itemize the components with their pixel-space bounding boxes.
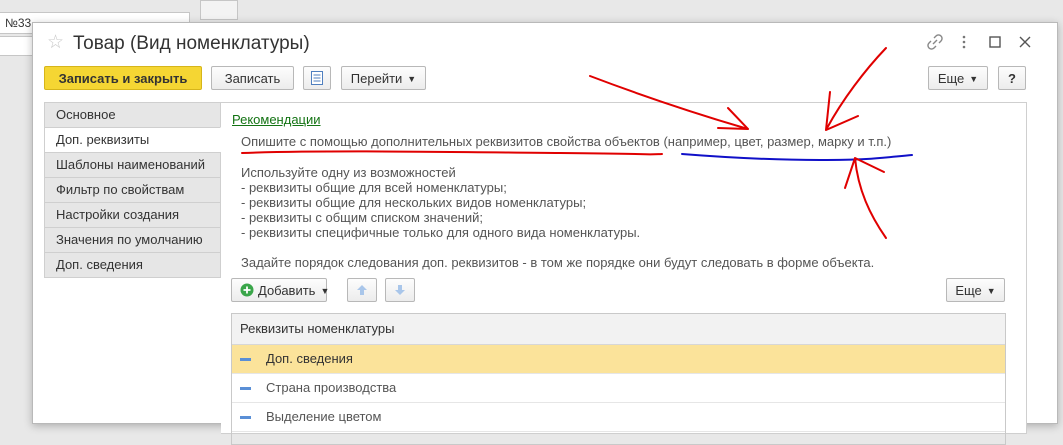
grid-more-button[interactable]: Еще ▼: [946, 278, 1005, 302]
hint-text: Используйте одну из возможностей: [241, 165, 456, 180]
plus-circle-icon: [240, 283, 254, 297]
row-label: Доп. сведения: [266, 351, 353, 366]
favorite-star-icon[interactable]: ☆: [47, 33, 64, 52]
hint-text: - реквизиты общие для нескольких видов н…: [241, 195, 587, 210]
row-label: Выделение цветом: [266, 409, 382, 424]
nav-item-name-templates[interactable]: Шаблоны наименований: [44, 152, 221, 177]
more-vert-icon[interactable]: [955, 34, 973, 52]
nav-item-default-values[interactable]: Значения по умолчанию: [44, 227, 221, 252]
add-label: Добавить: [258, 283, 316, 298]
hint-text: - реквизиты специфичные только для одног…: [241, 225, 641, 240]
link-icon[interactable]: [926, 34, 944, 52]
nav-item-property-filter[interactable]: Фильтр по свойствам: [44, 177, 221, 202]
more-dropdown-button[interactable]: Еще ▼: [928, 66, 988, 90]
nav-item-main[interactable]: Основное: [44, 102, 221, 127]
hint-text: - реквизиты с общим списком значений;: [241, 210, 483, 225]
table-header: Реквизиты номенклатуры: [232, 314, 1005, 345]
close-icon[interactable]: [1016, 34, 1034, 52]
attributes-table: Реквизиты номенклатуры Доп. сведения Стр…: [231, 313, 1006, 445]
goto-label: Перейти: [350, 71, 403, 86]
save-and-close-button[interactable]: Записать и закрыть: [44, 66, 202, 90]
arrow-down-icon: [395, 285, 405, 295]
hint-text: - реквизиты общие для всей номенклатуры;: [241, 180, 507, 195]
goto-dropdown-button[interactable]: Перейти ▼: [341, 66, 426, 90]
chevron-down-icon: ▼: [986, 286, 996, 296]
table-row[interactable]: Выделение цветом: [232, 403, 1005, 432]
title-bar: ☆ Товар (Вид номенклатуры): [33, 23, 1057, 63]
content-panel: Рекомендации Опишите с помощью дополните…: [221, 102, 1027, 445]
chevron-down-icon: ▼: [969, 74, 979, 84]
report-list-button[interactable]: [303, 66, 331, 90]
hint-text: Опишите с помощью дополнительных реквизи…: [241, 134, 892, 149]
add-button[interactable]: Добавить ▼: [231, 278, 330, 302]
form-sections-nav: Основное Доп. реквизиты Шаблоны наименов…: [44, 102, 221, 278]
window-title: Товар (Вид номенклатуры): [73, 33, 310, 54]
nav-item-additional-info[interactable]: Доп. сведения: [44, 252, 221, 278]
attribute-icon: [240, 416, 251, 419]
nav-item-additional-attributes[interactable]: Доп. реквизиты: [44, 127, 221, 152]
maximize-icon[interactable]: [986, 34, 1004, 52]
arrow-up-icon: [357, 285, 367, 295]
table-row[interactable]: Доп. сведения: [232, 345, 1005, 374]
more-label: Еще: [937, 71, 965, 86]
save-button[interactable]: Записать: [211, 66, 294, 90]
help-button[interactable]: ?: [998, 66, 1026, 90]
nav-item-creation-settings[interactable]: Настройки создания: [44, 202, 221, 227]
list-icon: [311, 71, 323, 85]
attribute-icon: [240, 358, 251, 361]
background-field-value: №33: [5, 16, 32, 30]
chevron-down-icon: ▼: [407, 74, 417, 84]
row-label: Страна производства: [266, 380, 397, 395]
move-up-button[interactable]: [347, 278, 377, 302]
grid-more-label: Еще: [955, 283, 982, 298]
form-window: ☆ Товар (Вид номенклатуры) Записать и за…: [32, 22, 1058, 445]
move-down-button[interactable]: [385, 278, 415, 302]
chevron-down-icon: ▼: [320, 286, 330, 296]
background-button: [200, 0, 238, 20]
hint-text: Задайте порядок следования доп. реквизит…: [241, 255, 875, 270]
table-row[interactable]: Страна производства: [232, 374, 1005, 403]
recommendations-link[interactable]: Рекомендации: [232, 112, 321, 127]
attribute-icon: [240, 387, 251, 390]
